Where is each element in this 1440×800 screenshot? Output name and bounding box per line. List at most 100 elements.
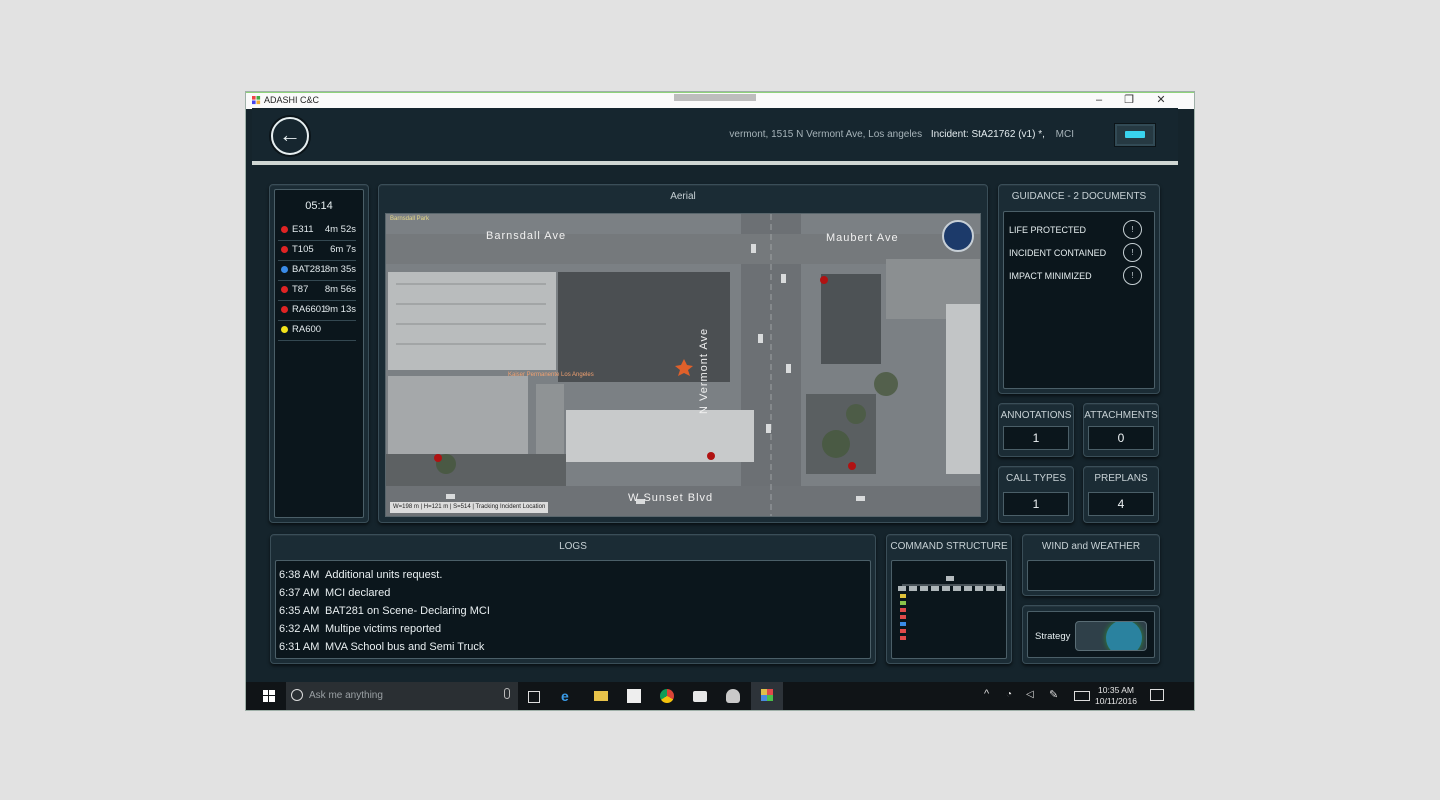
chrome-icon[interactable]: [660, 689, 674, 703]
map-label-park: Barnsdall Park: [390, 216, 430, 222]
unit-row[interactable]: E311 4m 52s: [278, 221, 356, 241]
annotations-tile[interactable]: ANNOTATIONS 1: [998, 403, 1074, 457]
pen-icon[interactable]: ✎: [1049, 688, 1058, 701]
show-hidden-icons-icon[interactable]: ^: [984, 688, 989, 700]
window-title: ADASHI C&C: [264, 95, 320, 105]
guidance-item[interactable]: IMPACT MINIMIZED: [1009, 271, 1092, 281]
map-status-bar: W=198 m | H=121 m | S=514 | Tracking Inc…: [390, 502, 549, 513]
unit-row[interactable]: RA6601 9m 13s: [278, 301, 356, 321]
adashi-taskbar-button[interactable]: [751, 682, 783, 710]
map-tracking: Tracking Incident Location: [475, 504, 546, 510]
cortana-search-box[interactable]: Ask me anything: [286, 682, 518, 710]
map-label-vermont: N Vermont Ave: [698, 327, 710, 414]
log-entry: 6:32 AM Multipe victims reported: [279, 623, 441, 635]
unit-name: T87: [292, 284, 309, 295]
unit-row[interactable]: T105 6m 7s: [278, 241, 356, 261]
aerial-panel: Aerial Barnsdall Park Barnsdall Ave Maub…: [378, 184, 988, 523]
edge-browser-icon[interactable]: e: [561, 689, 575, 703]
header-menu-button[interactable]: [1114, 123, 1156, 147]
unit-status-dot: [281, 266, 288, 273]
map-height: H=121 m: [423, 504, 449, 510]
incident-info: vermont, 1515 N Vermont Ave, Los angeles…: [729, 129, 1074, 140]
windows-start-icon[interactable]: [262, 689, 276, 703]
command-structure-view[interactable]: [891, 560, 1007, 659]
unit-row[interactable]: T87 8m 56s: [278, 281, 356, 301]
camera-icon[interactable]: [693, 691, 707, 702]
app-logo-icon: [252, 96, 261, 105]
unit-elapsed: 4m 52s: [324, 224, 356, 235]
map-label-maubert: Maubert Ave: [826, 232, 899, 244]
drag-handle[interactable]: [674, 94, 756, 101]
log-time: 6:32 AM: [279, 623, 320, 635]
unit-status-dot: [281, 246, 288, 253]
guidance-item[interactable]: LIFE PROTECTED: [1009, 225, 1086, 235]
file-explorer-icon[interactable]: [594, 691, 608, 701]
unit-name: RA6601: [292, 304, 327, 315]
keyboard-icon[interactable]: [1074, 691, 1090, 701]
map-label-barnsdall: Barnsdall Ave: [486, 230, 567, 242]
log-text: Multipe victims reported: [325, 623, 442, 635]
log-time: 6:31 AM: [279, 641, 320, 653]
unit-row[interactable]: BAT281 8m 35s: [278, 261, 356, 281]
aerial-title: Aerial: [670, 191, 696, 202]
header-divider: [252, 161, 1178, 165]
log-text: MVA School bus and Semi Truck: [325, 641, 485, 653]
map-width: W=198 m: [393, 504, 419, 510]
action-center-icon[interactable]: [1150, 689, 1164, 701]
info-icon[interactable]: !: [1123, 220, 1142, 239]
guidance-panel: GUIDANCE - 2 DOCUMENTS LIFE PROTECTED ! …: [998, 184, 1160, 394]
unit-name: RA600: [292, 324, 322, 335]
log-time: 6:38 AM: [279, 569, 320, 581]
info-icon[interactable]: !: [1123, 243, 1142, 262]
log-time: 6:35 AM: [279, 605, 320, 617]
call-types-tile[interactable]: CALL TYPES 1: [998, 466, 1074, 523]
microphone-icon[interactable]: [504, 688, 510, 699]
store-icon[interactable]: [627, 689, 641, 703]
log-text: Additional units request.: [325, 569, 443, 581]
unit-elapsed: 9m 13s: [324, 304, 356, 315]
attachments-count: 0: [1088, 426, 1154, 450]
unit-status-dot: [281, 226, 288, 233]
org-chart-icon: [898, 576, 1005, 640]
preplans-tile[interactable]: PREPLANS 4: [1083, 466, 1159, 523]
incident-timer: 05:14: [305, 200, 333, 212]
annotations-label: ANNOTATIONS: [1000, 410, 1072, 421]
unit-name: E311: [292, 224, 314, 235]
guidance-item[interactable]: INCIDENT CONTAINED: [1009, 248, 1106, 258]
app-icon[interactable]: [726, 689, 740, 703]
minimize-button[interactable]: –: [1084, 93, 1114, 109]
call-types-count: 1: [1003, 492, 1069, 516]
unit-elapsed: 8m 35s: [324, 264, 356, 275]
strategy-toggle[interactable]: [1075, 621, 1147, 651]
map-label-business: Kaiser Permanente Los Angeles: [508, 372, 594, 378]
task-view-icon[interactable]: [528, 691, 540, 703]
log-entry: 6:31 AM MVA School bus and Semi Truck: [279, 641, 484, 653]
unit-name: BAT281: [292, 264, 326, 275]
close-button[interactable]: ✕: [1146, 93, 1176, 109]
map-label-sunset: W Sunset Blvd: [628, 492, 714, 504]
aerial-map[interactable]: Barnsdall Park Barnsdall Ave Maubert Ave…: [385, 213, 981, 517]
compass-icon[interactable]: [942, 220, 974, 252]
wind-weather-view[interactable]: [1027, 560, 1155, 591]
unit-row[interactable]: RA600: [278, 321, 356, 341]
command-structure-panel: COMMAND STRUCTURE: [886, 534, 1012, 664]
network-icon[interactable]: ◔: [1006, 689, 1012, 700]
logs-title: LOGS: [559, 541, 587, 552]
restore-button[interactable]: ❐: [1114, 93, 1144, 109]
unit-name: T105: [292, 244, 314, 255]
wind-weather-title: WIND and WEATHER: [1041, 541, 1141, 552]
window-titlebar: ADASHI C&C – ❐ ✕: [246, 92, 1194, 109]
log-entry: 6:35 AM BAT281 on Scene- Declaring MCI: [279, 605, 490, 617]
info-icon[interactable]: !: [1123, 266, 1142, 285]
map-scale: S=514: [453, 504, 471, 510]
volume-icon[interactable]: ◁: [1026, 689, 1034, 700]
strategy-label: Strategy: [1035, 631, 1071, 642]
back-button[interactable]: ←: [271, 117, 309, 155]
incident-id: Incident: StA21762 (v1) *,: [930, 129, 1045, 140]
windows-taskbar: Ask me anything e ^ ◔ ◁ ✎ 10:35 AM 10/11…: [246, 682, 1194, 710]
attachments-tile[interactable]: ATTACHMENTS 0: [1083, 403, 1159, 457]
back-arrow-icon: ←: [279, 122, 301, 147]
logs-panel: LOGS 6:38 AM Additional units request. 6:…: [270, 534, 876, 664]
unit-status-dot: [281, 306, 288, 313]
taskbar-clock[interactable]: 10:35 AM 10/11/2016: [1094, 685, 1138, 707]
